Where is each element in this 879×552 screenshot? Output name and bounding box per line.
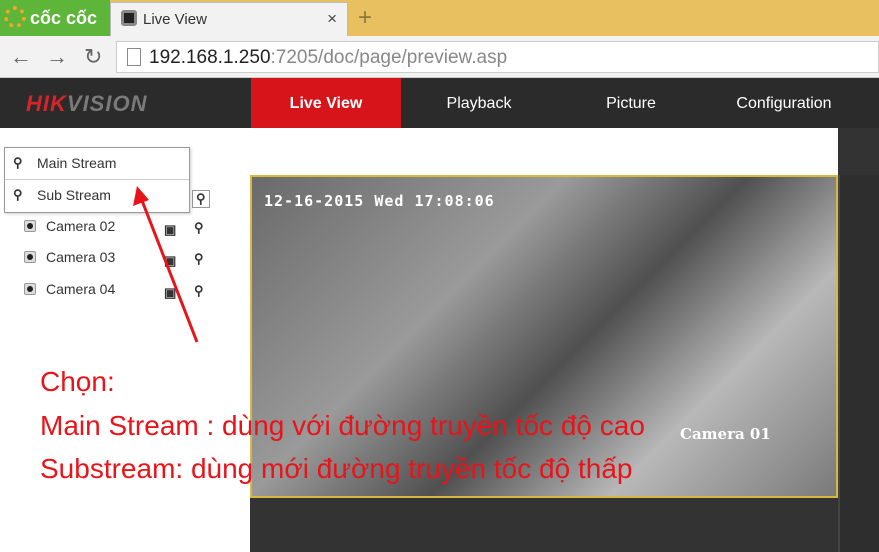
camera-item[interactable]: Camera 04 xyxy=(24,281,115,297)
nav-picture[interactable]: Picture xyxy=(556,78,706,128)
reload-icon[interactable]: ↻ xyxy=(84,44,102,70)
stream-icon[interactable]: ⚲ xyxy=(192,190,210,208)
menu-item-sub-stream[interactable]: ⚲ Sub Stream xyxy=(5,180,189,212)
coccoc-button[interactable]: cốc cốc xyxy=(0,0,110,36)
browser-tab-bar: cốc cốc Live View × + xyxy=(0,0,879,36)
stream-icon[interactable]: ⚲ xyxy=(194,251,204,267)
address-toolbar: ← → ↻ 192.168.1.250:7205/doc/page/previe… xyxy=(0,36,879,78)
video-toolbar-space xyxy=(250,128,838,175)
back-icon[interactable]: ← xyxy=(10,44,32,70)
annotation-line: Main Stream : dùng với đường truyền tốc … xyxy=(40,410,645,441)
hikvision-logo: HIKVISION xyxy=(26,91,148,116)
annotation-line: Substream: dùng mới đường truyền tốc độ … xyxy=(40,453,633,484)
osd-camera-label: Camera 01 xyxy=(680,425,771,443)
camera-icon xyxy=(24,251,36,263)
camera-icon xyxy=(24,283,36,295)
tab-live-view[interactable]: Live View × xyxy=(110,2,348,36)
nav-configuration[interactable]: Configuration xyxy=(709,78,859,128)
nav-playback[interactable]: Playback xyxy=(404,78,554,128)
new-tab-button[interactable]: + xyxy=(358,4,372,32)
right-panel xyxy=(838,175,879,552)
close-tab-icon[interactable]: × xyxy=(327,9,337,29)
stream-icon[interactable]: ⚲ xyxy=(194,220,204,236)
record-icon[interactable]: ▣ xyxy=(164,285,176,301)
main-stream-icon: ⚲ xyxy=(13,155,23,170)
tab-title: Live View xyxy=(143,11,207,28)
camera-icon xyxy=(24,220,36,232)
camera-favicon-icon xyxy=(121,10,137,26)
url-host: 192.168.1.250 xyxy=(149,47,271,68)
camera-item[interactable]: Camera 03 xyxy=(24,249,115,265)
brand-label: cốc cốc xyxy=(30,8,98,28)
annotation-line: Chọn: xyxy=(40,366,115,397)
osd-timestamp: 12-16-2015 Wed 17:08:06 xyxy=(264,192,495,210)
url-input[interactable]: 192.168.1.250:7205/doc/page/preview.asp xyxy=(116,41,879,73)
sub-stream-icon: ⚲ xyxy=(13,187,23,202)
stream-icon[interactable]: ⚲ xyxy=(194,283,204,299)
nav-live-view[interactable]: Live View xyxy=(251,78,401,128)
menu-item-main-stream[interactable]: ⚲ Main Stream xyxy=(5,148,189,180)
page-icon xyxy=(127,48,141,66)
stream-dropdown-menu: ⚲ Main Stream ⚲ Sub Stream xyxy=(4,147,190,213)
record-icon[interactable]: ▣ xyxy=(164,253,176,269)
forward-icon[interactable]: → xyxy=(46,44,68,70)
app-nav-bar: HIKVISION Live View Playback Picture Con… xyxy=(0,78,879,128)
camera-item[interactable]: Camera 02 xyxy=(24,218,115,234)
url-path: :7205/doc/page/preview.asp xyxy=(270,47,508,68)
record-icon[interactable]: ▣ xyxy=(164,222,176,238)
live-video-window[interactable]: 12-16-2015 Wed 17:08:06 Camera 01 xyxy=(250,175,838,498)
coccoc-logo-icon xyxy=(4,6,26,28)
